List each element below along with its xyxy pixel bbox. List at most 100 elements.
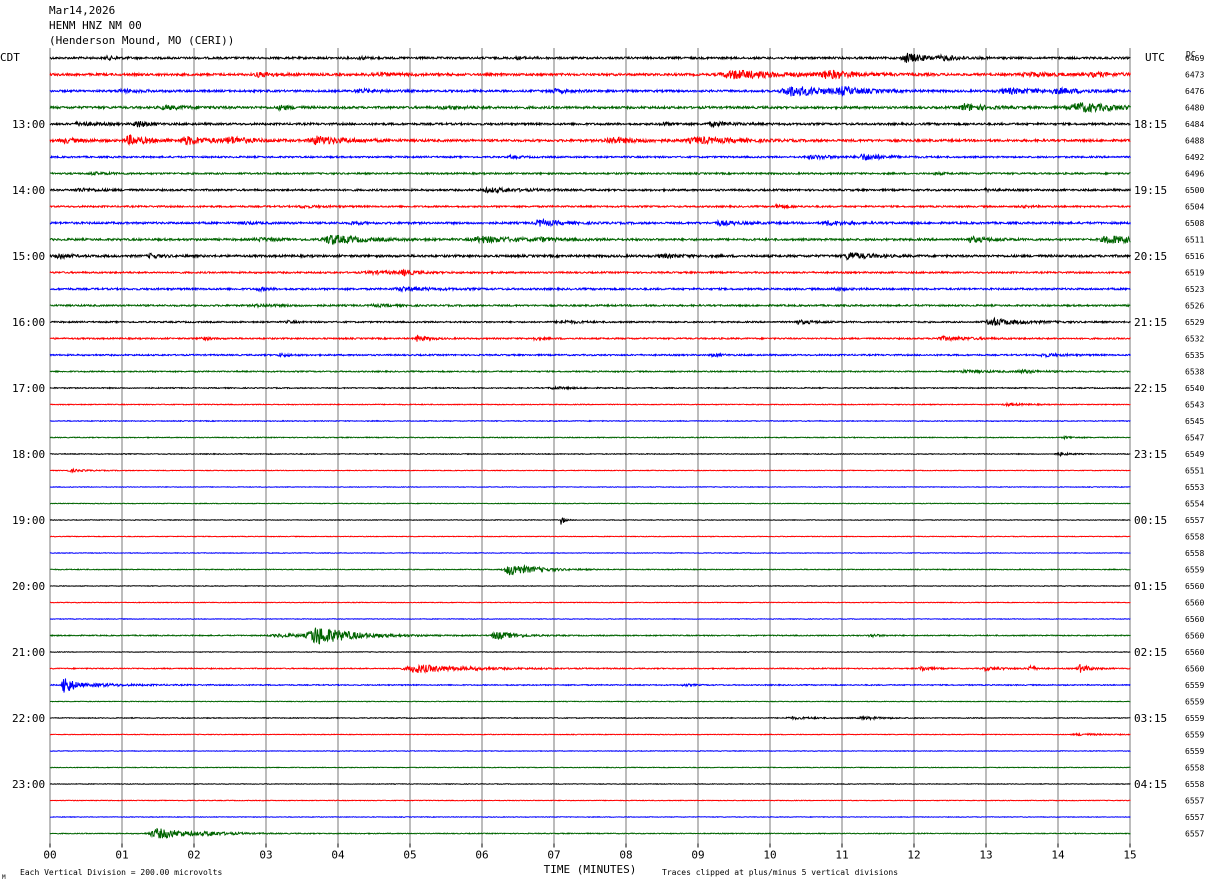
- trace-line: [49, 120, 1131, 129]
- x-tick-label: 10: [763, 849, 776, 862]
- trace-line: [49, 502, 1131, 505]
- cdt-hour-label: 23:00: [12, 778, 45, 791]
- trace-line: [49, 351, 1131, 359]
- x-tick-label: 00: [43, 849, 56, 862]
- cdt-hour-label: 18:00: [12, 448, 45, 461]
- dc-value: 6559: [1185, 714, 1204, 723]
- trace-line: [49, 434, 1131, 441]
- seismogram-plot: 00 01 02 03 04 05 06 07 08 09 10 11 12 13 14 1564696473…: [0, 48, 1204, 881]
- x-tick-label: 04: [331, 849, 345, 862]
- dc-value: 6511: [1185, 236, 1204, 245]
- utc-hour-label: 20:15: [1134, 250, 1167, 263]
- utc-hour-label: 01:15: [1134, 580, 1167, 593]
- cdt-hour-label: 13:00: [12, 118, 45, 131]
- dc-value: 6543: [1185, 401, 1204, 410]
- cdt-hour-label: 17:00: [12, 382, 45, 395]
- dc-value: 6557: [1185, 516, 1204, 525]
- dc-value: 6484: [1185, 120, 1204, 129]
- trace-line: [49, 217, 1131, 228]
- x-tick-label: 03: [259, 849, 272, 862]
- trace-line: [49, 678, 1131, 693]
- dc-value: 6529: [1185, 318, 1204, 327]
- trace-line: [49, 202, 1131, 210]
- dc-value: 6559: [1185, 698, 1204, 707]
- dc-value: 6559: [1185, 747, 1204, 756]
- utc-hour-label: 18:15: [1134, 118, 1167, 131]
- trace-line: [50, 617, 1131, 621]
- trace-line: [50, 285, 1131, 294]
- cdt-hour-label: 16:00: [12, 316, 45, 329]
- trace-line: [49, 799, 1131, 802]
- x-tick-label: 11: [835, 849, 848, 862]
- x-tick-label: 07: [547, 849, 560, 862]
- trace-line: [49, 268, 1131, 277]
- dc-value: 6473: [1185, 71, 1204, 80]
- trace-line: [49, 782, 1131, 786]
- dc-value: 6557: [1185, 797, 1204, 806]
- utc-axis-title: UTC: [1145, 51, 1165, 64]
- x-tick-label: 08: [619, 849, 632, 862]
- dc-value: 6549: [1185, 450, 1204, 459]
- trace-line: [49, 451, 1131, 458]
- cdt-hour-label: 19:00: [12, 514, 45, 527]
- dc-value: 6558: [1185, 533, 1204, 542]
- trace-line: [49, 419, 1131, 423]
- trace-line: [50, 815, 1131, 819]
- trace-line: [49, 485, 1131, 489]
- dc-value: 6557: [1185, 830, 1204, 839]
- trace-line: [49, 234, 1131, 246]
- trace-line: [49, 385, 1131, 391]
- dc-value: 6480: [1185, 104, 1204, 113]
- dc-value: 6560: [1185, 632, 1204, 641]
- trace-line: [49, 564, 1131, 576]
- dc-value: 6516: [1185, 252, 1204, 261]
- dc-value: 6526: [1185, 302, 1204, 311]
- trace-line: [49, 749, 1131, 753]
- trace-line: [49, 368, 1131, 375]
- x-tick-label: 15: [1123, 849, 1136, 862]
- utc-hour-label: 02:15: [1134, 646, 1167, 659]
- x-tick-label: 12: [907, 849, 920, 862]
- trace-line: [49, 134, 1131, 147]
- trace-line: [49, 517, 1131, 525]
- trace-line: [49, 601, 1131, 604]
- trace-line: [49, 551, 1131, 555]
- dc-value: 6492: [1185, 153, 1204, 162]
- x-tick-label: 14: [1051, 849, 1065, 862]
- x-tick-label: 13: [979, 849, 992, 862]
- trace-line: [49, 153, 1131, 161]
- trace-line: [49, 650, 1131, 654]
- dc-value: 6558: [1185, 780, 1204, 789]
- dc-value: 6558: [1185, 549, 1204, 558]
- trace-line: [49, 185, 1131, 194]
- cdt-hour-label: 15:00: [12, 250, 45, 263]
- x-tick-label: 01: [115, 849, 128, 862]
- dc-value: 6560: [1185, 582, 1204, 591]
- dc-axis-title: DC: [1186, 50, 1196, 59]
- trace-line: [49, 52, 1131, 63]
- x-tick-label: 06: [475, 849, 488, 862]
- dc-value: 6558: [1185, 764, 1204, 773]
- dc-value: 6560: [1185, 648, 1204, 657]
- trace-line: [49, 827, 1131, 840]
- dc-value: 6551: [1185, 467, 1204, 476]
- trace-line: [49, 535, 1131, 538]
- trace-line: [49, 715, 1131, 722]
- dc-value: 6553: [1185, 483, 1204, 492]
- dc-value: 6523: [1185, 285, 1204, 294]
- trace-line: [49, 467, 1131, 474]
- utc-hour-label: 23:15: [1134, 448, 1167, 461]
- dc-value: 6554: [1185, 500, 1204, 509]
- cdt-hour-label: 22:00: [12, 712, 45, 725]
- x-tick-label: 05: [403, 849, 416, 862]
- trace-line: [49, 85, 1131, 98]
- utc-hour-label: 21:15: [1134, 316, 1167, 329]
- x-axis-title: TIME (MINUTES): [544, 863, 637, 876]
- dc-value: 6540: [1185, 384, 1204, 393]
- x-tick-label: 02: [187, 849, 200, 862]
- trace-line: [49, 732, 1131, 737]
- cdt-axis-title: CDT: [0, 51, 20, 64]
- utc-hour-label: 03:15: [1134, 712, 1167, 725]
- dc-value: 6488: [1185, 137, 1204, 146]
- clip-note: Traces clipped at plus/minus 5 vertical …: [662, 868, 898, 877]
